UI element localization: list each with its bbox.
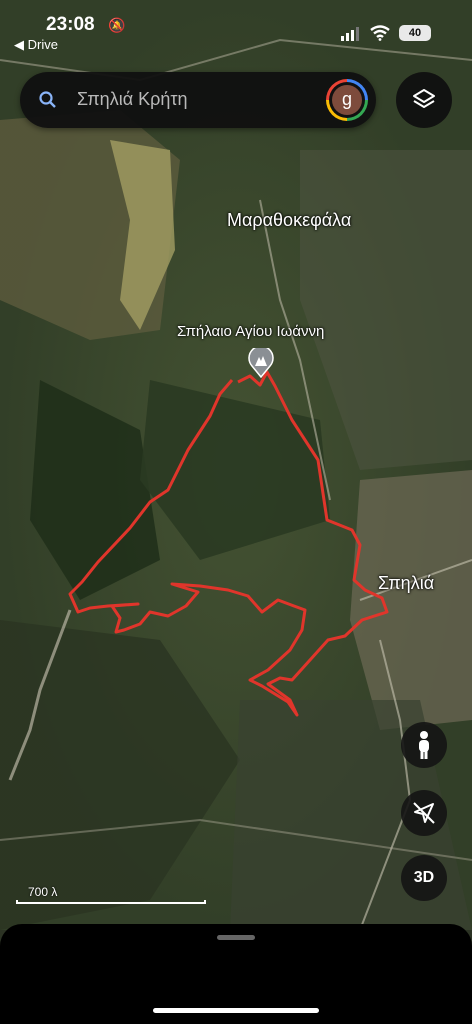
scale-label: 700 λ [28,885,58,899]
search-query[interactable]: Σπηλιά Κρήτη [77,89,187,110]
bell-muted-icon: 🔕 [108,17,126,33]
cave-pin-icon[interactable] [248,348,274,378]
search-icon [39,91,56,108]
avatar-ring-gap: g [329,82,365,118]
bottom-sheet[interactable] [0,924,472,1024]
layers-button[interactable] [396,72,452,128]
3d-toggle-button[interactable]: 3D [401,855,447,901]
battery-indicator: 40 [399,25,431,41]
layers-icon [413,89,435,108]
label-village-east[interactable]: Σπηλιά [378,573,434,594]
pegman-icon [419,731,429,759]
signal-icon [341,27,359,41]
clock: 23:08 [46,14,95,35]
map-scale: 700 λ [16,885,206,905]
scale-bar [16,900,206,904]
back-to-app-link[interactable]: ◀ Drive [14,37,58,53]
label-village-north[interactable]: Μαραθοκεφάλα [227,210,351,231]
status-bar: 23:08 🔕 ◀ Drive 40 [0,0,472,60]
sheet-drag-handle[interactable] [217,935,255,940]
wifi-icon [370,25,390,41]
avatar-letter: g [332,85,362,115]
street-view-button[interactable] [401,722,447,768]
location-button[interactable] [401,790,447,836]
search-bar[interactable]: Σπηλιά Κρήτη g [20,72,376,128]
account-avatar[interactable]: g [326,79,368,121]
compass-icon [413,802,435,824]
home-indicator [153,1008,319,1013]
label-cave[interactable]: Σπήλαιο Αγίου Ιωάννη [177,323,324,340]
